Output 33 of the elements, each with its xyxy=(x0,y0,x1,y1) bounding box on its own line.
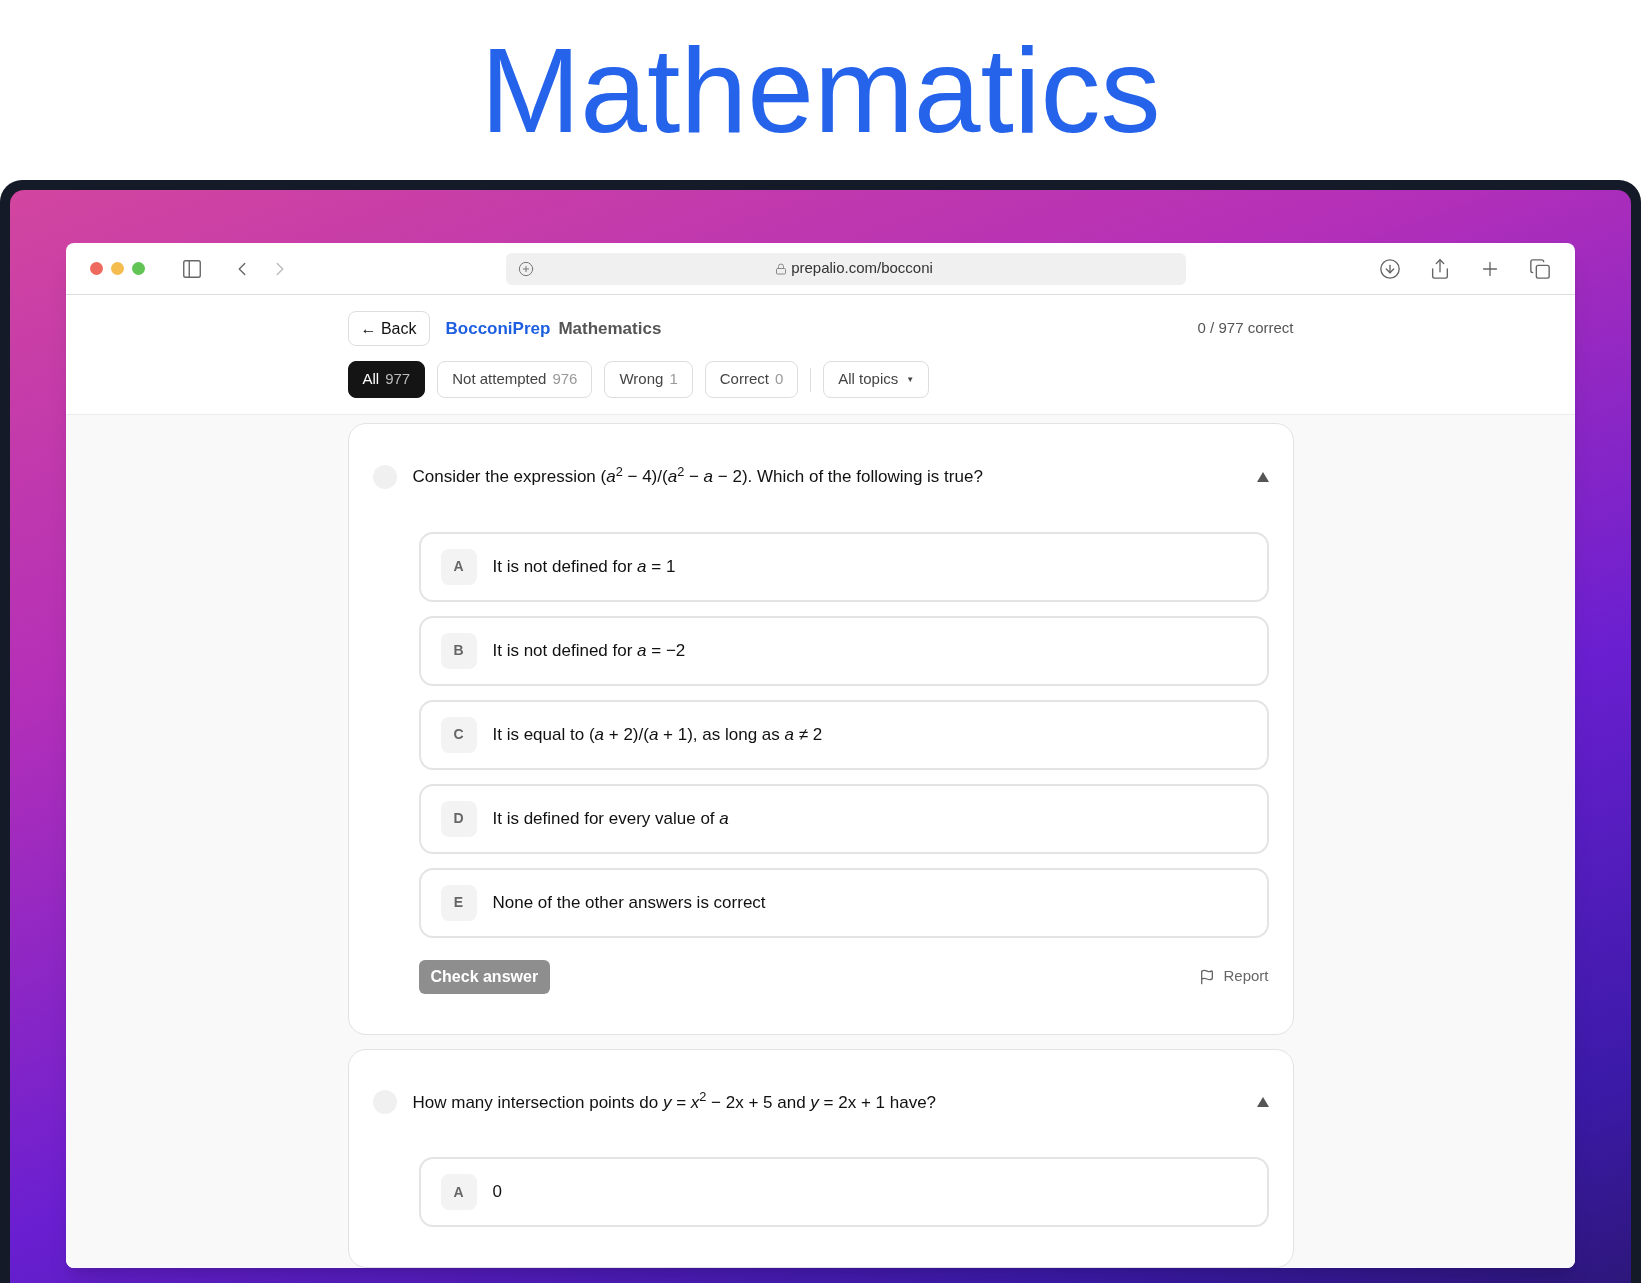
subject-title: Mathematics xyxy=(558,317,662,340)
filter-tab[interactable]: Not attempted 976 xyxy=(437,361,593,398)
question-text: Consider the expression (a$^{2}$ − 4)/(a$^{2}$ − a − 2). Which of the following is true? xyxy=(412,464,984,488)
back-button[interactable]: ← Back xyxy=(347,311,430,346)
answer-option[interactable]: E None of the other answers is correct xyxy=(418,867,1269,938)
option-text: It is not defined for a = 1 xyxy=(492,555,676,578)
option-text: It is not defined for a = −2 xyxy=(492,639,686,662)
page-heading: Mathematics xyxy=(480,30,1161,150)
report-button[interactable]: Report xyxy=(1199,965,1269,988)
option-letter: A xyxy=(440,548,477,585)
option-letter: E xyxy=(440,884,477,921)
url-text: prepalio.com/bocconi xyxy=(791,258,933,279)
option-text: 0 xyxy=(492,1181,502,1204)
option-letter: A xyxy=(440,1174,477,1210)
answer-option[interactable]: A It is not defined for a = 1 xyxy=(418,531,1269,602)
option-text: It is defined for every value of a xyxy=(492,807,729,830)
answer-option[interactable]: A 0 xyxy=(418,1157,1269,1227)
score-text: 0 / 977 correct xyxy=(1197,318,1294,339)
brand-name[interactable]: BocconiPrep xyxy=(445,315,551,342)
option-text: None of the other answers is correct xyxy=(492,891,766,914)
option-text: It is equal to (a + 2)/(a + 1), as long as a ≠ 2 xyxy=(492,723,823,746)
option-letter: D xyxy=(440,800,477,837)
question-text: How many intersection points do y = x$^{2}$ − 2x + 5 and y = 2x + 1 have? xyxy=(412,1089,938,1114)
answer-option[interactable]: B It is not defined for a = −2 xyxy=(418,615,1269,686)
filter-tab[interactable]: Correct 0 xyxy=(704,361,799,398)
filter-tab[interactable]: Wrong 1 xyxy=(604,361,693,398)
answer-option[interactable]: D It is defined for every value of a xyxy=(418,783,1269,854)
topics-dropdown[interactable]: All topics ▼ xyxy=(823,361,930,398)
option-letter: B xyxy=(440,632,477,669)
option-letter: C xyxy=(440,716,477,753)
address-bar[interactable]: prepalio.com/bocconi xyxy=(506,252,1186,285)
answer-option[interactable]: C It is equal to (a + 2)/(a + 1), as long as a ≠ 2 xyxy=(418,699,1269,770)
filter-tab[interactable]: All 977 xyxy=(347,361,426,398)
